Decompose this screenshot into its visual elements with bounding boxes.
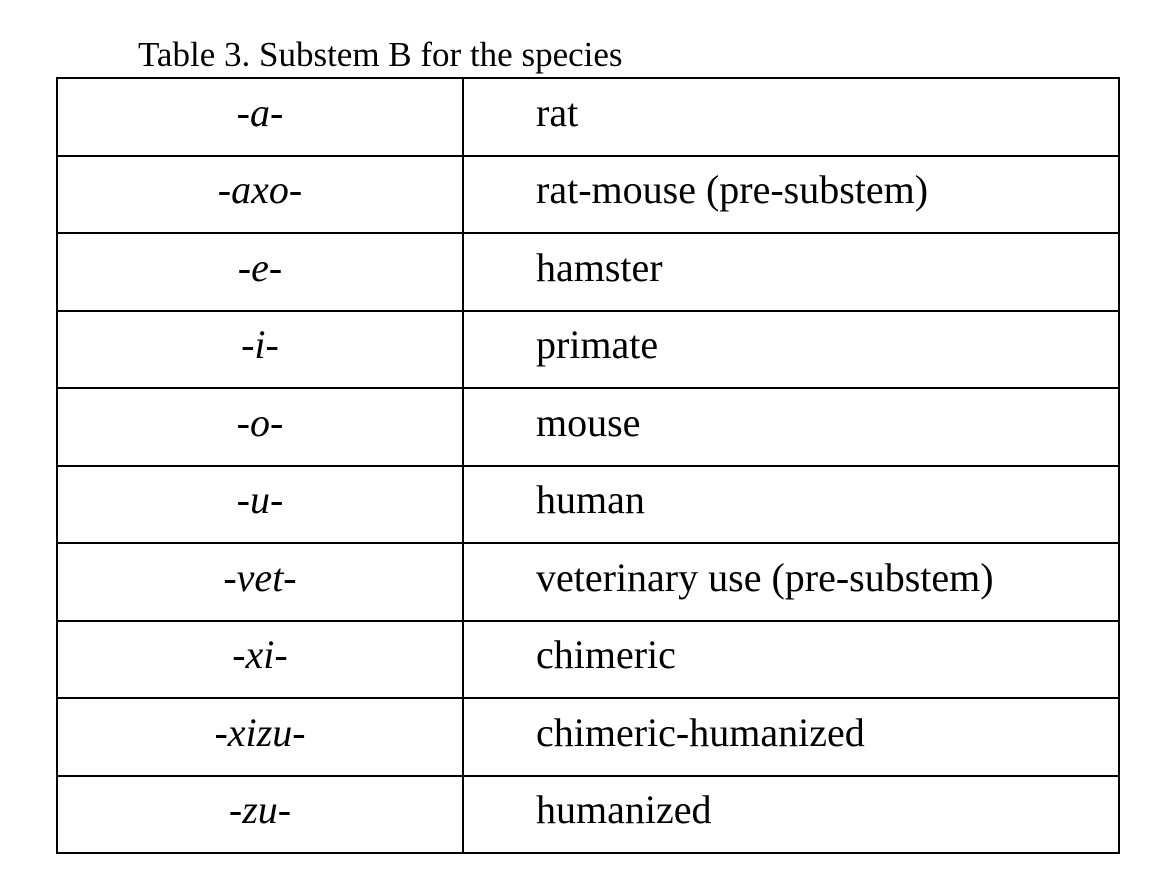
substem-cell: -vet- xyxy=(56,542,464,622)
table-row: -a- rat xyxy=(56,77,1120,157)
species-cell: chimeric-humanized xyxy=(462,697,1120,777)
substem-cell: -o- xyxy=(56,387,464,467)
species-cell: hamster xyxy=(462,232,1120,312)
table-row: -vet- veterinary use (pre-substem) xyxy=(56,542,1120,622)
substem-cell: -axo- xyxy=(56,154,464,234)
table-row: -xizu- chimeric-humanized xyxy=(56,697,1120,777)
substem-cell: -a- xyxy=(56,77,464,157)
table-caption: Table 3. Substem B for the species xyxy=(138,35,623,74)
species-cell: mouse xyxy=(462,387,1120,467)
table-row: -zu- humanized xyxy=(56,774,1120,854)
substem-cell: -xi- xyxy=(56,619,464,699)
substem-cell: -i- xyxy=(56,309,464,389)
species-cell: chimeric xyxy=(462,619,1120,699)
species-cell: rat xyxy=(462,77,1120,157)
table-row: -i- primate xyxy=(56,309,1120,389)
species-cell: primate xyxy=(462,309,1120,389)
table-row: -o- mouse xyxy=(56,387,1120,467)
table-row: -u- human xyxy=(56,464,1120,544)
species-cell: rat-mouse (pre-substem) xyxy=(462,154,1120,234)
substem-cell: -e- xyxy=(56,232,464,312)
substem-cell: -u- xyxy=(56,464,464,544)
substem-cell: -xizu- xyxy=(56,697,464,777)
substem-cell: -zu- xyxy=(56,774,464,854)
species-cell: veterinary use (pre-substem) xyxy=(462,542,1120,622)
species-cell: humanized xyxy=(462,774,1120,854)
table-row: -e- hamster xyxy=(56,232,1120,312)
substem-table: -a- rat -axo- rat-mouse (pre-substem) -e… xyxy=(56,77,1120,854)
table-row: -xi- chimeric xyxy=(56,619,1120,699)
species-cell: human xyxy=(462,464,1120,544)
table-row: -axo- rat-mouse (pre-substem) xyxy=(56,154,1120,234)
